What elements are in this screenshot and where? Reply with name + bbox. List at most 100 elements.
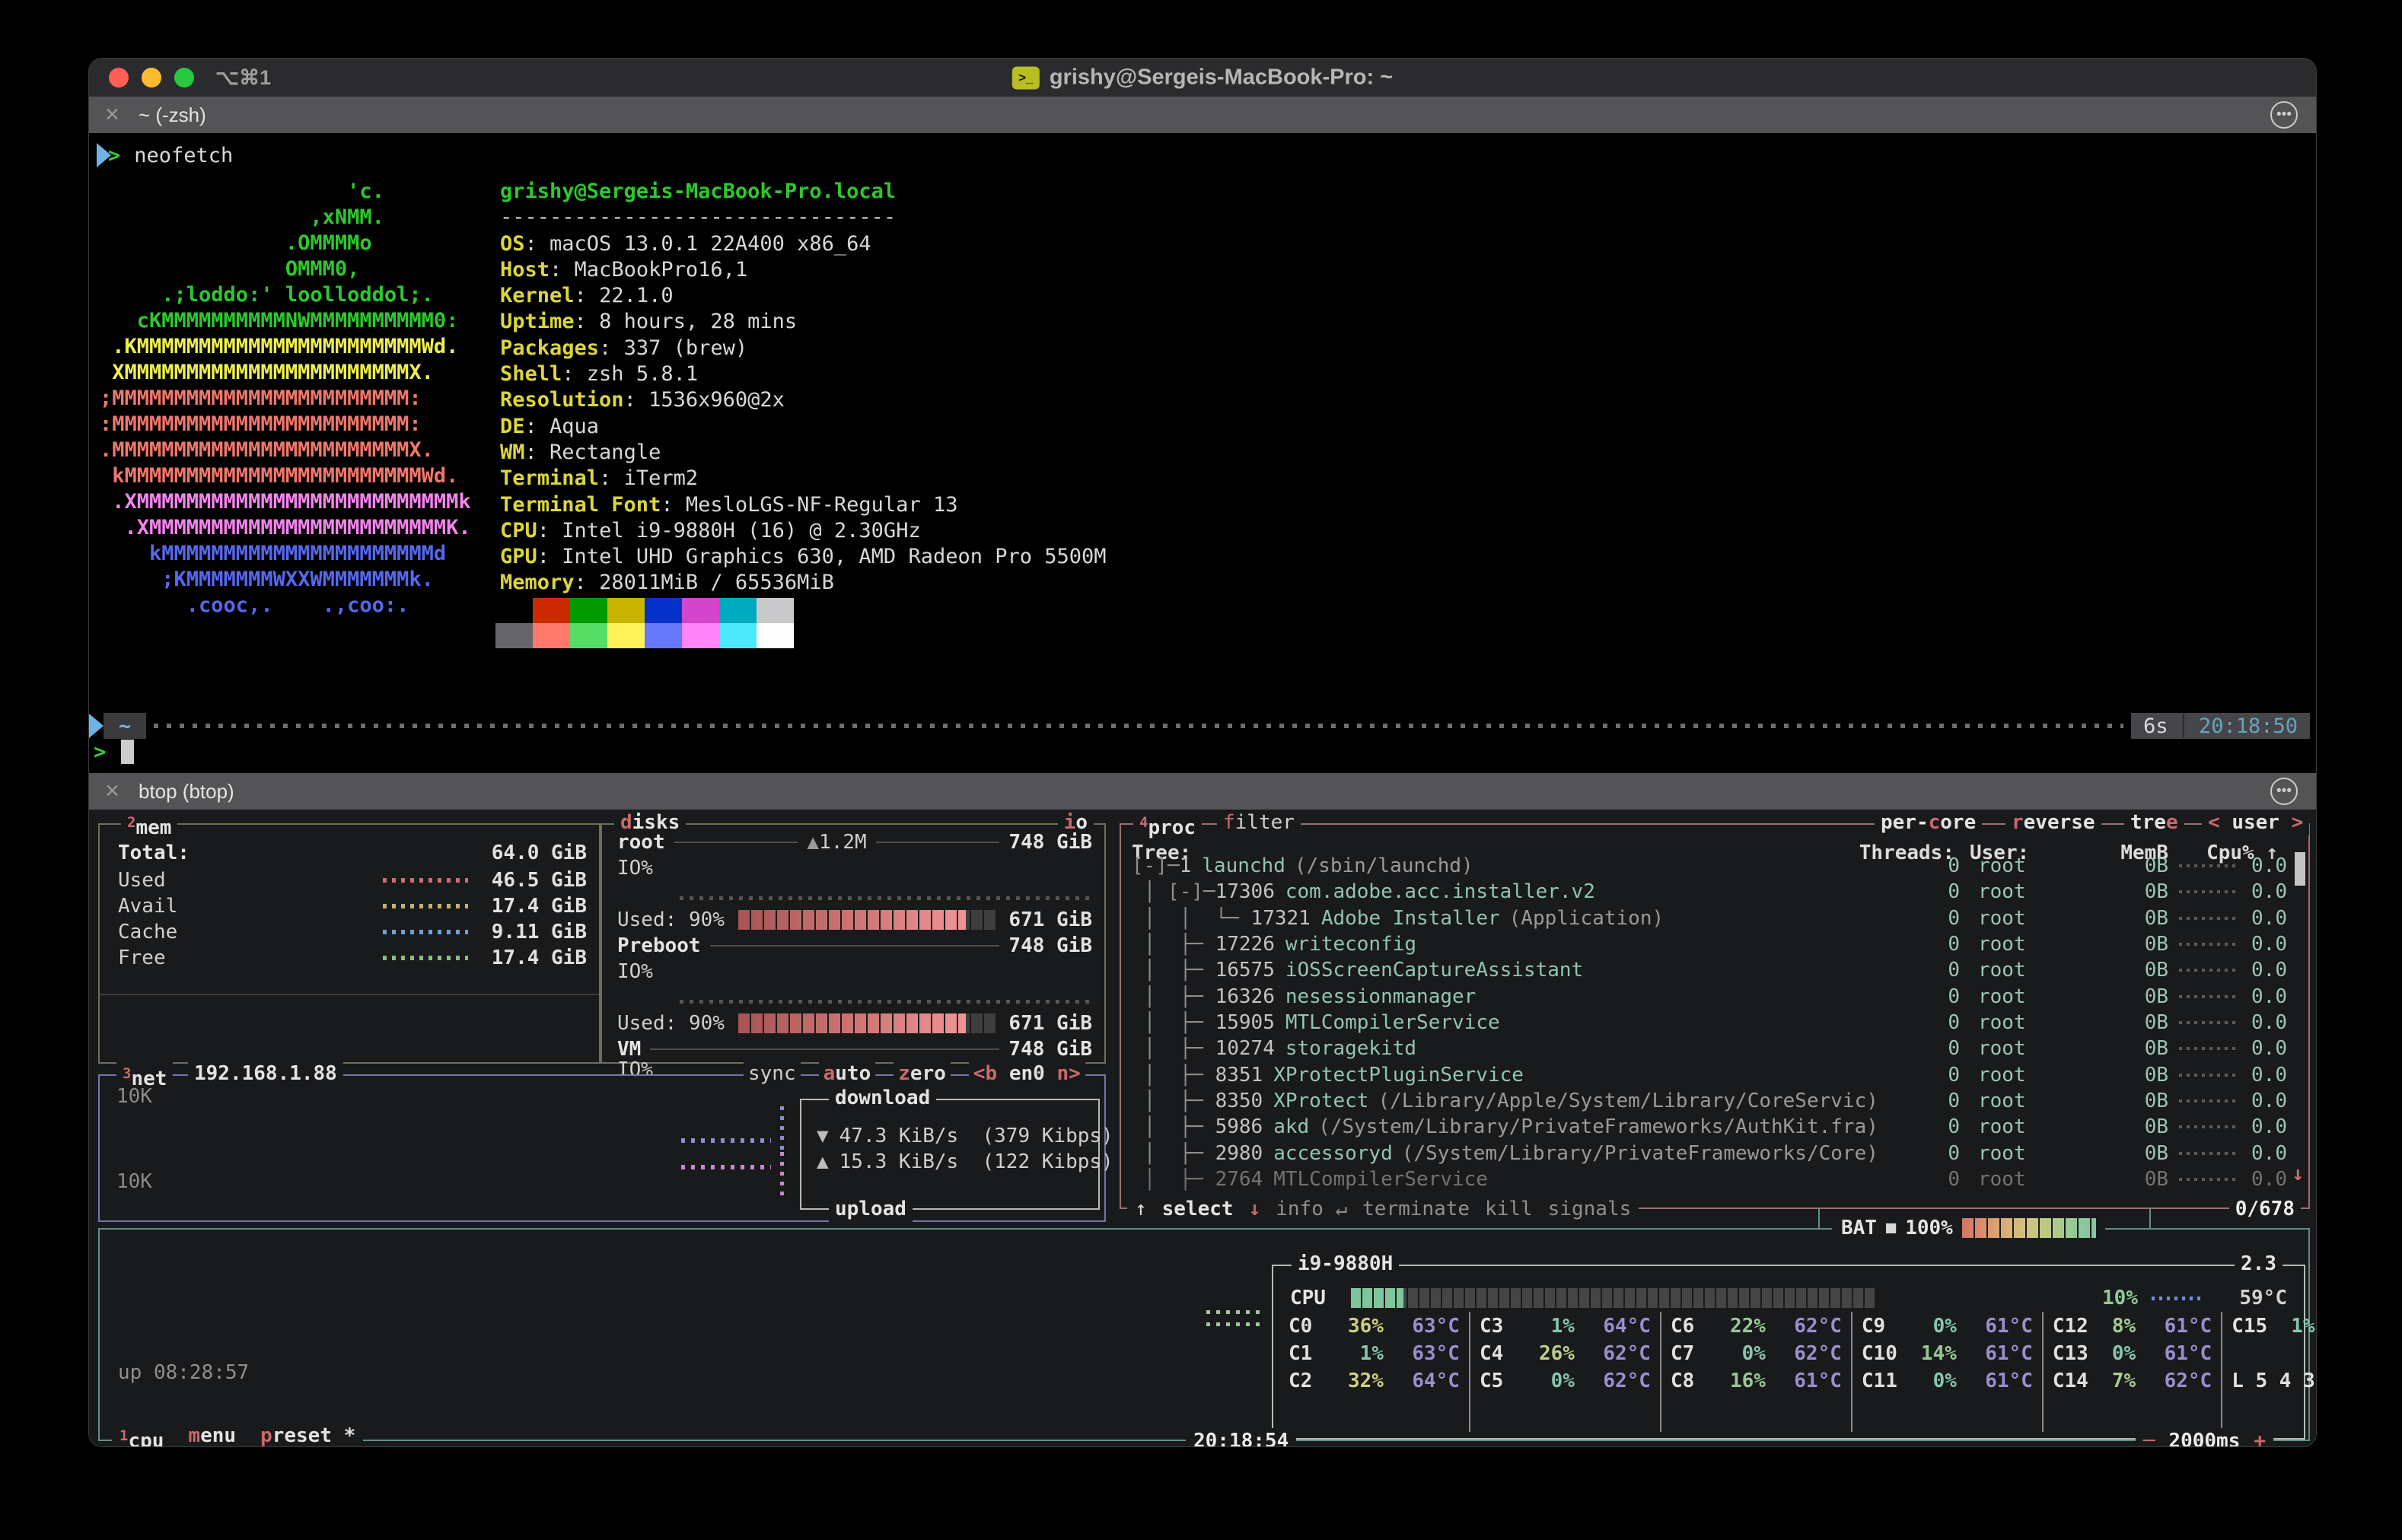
net-upload-label: upload	[829, 1196, 913, 1222]
select-up-icon[interactable]: ↑	[1135, 1196, 1147, 1222]
mem-panel: 2mem Total: 64.0 GiB Used 46.5 GiB Avail…	[98, 823, 602, 1064]
proc-row[interactable]: │ ├─ 8350XProtect(/Library/Apple/System/…	[1132, 1088, 2295, 1114]
cpu-total-row: CPU 10% 59°C	[1290, 1285, 2287, 1311]
net-auto-button[interactable]: auto	[819, 1062, 876, 1085]
neofetch-info: grishy@Sergeis-MacBook-Pro.local -------…	[500, 179, 1107, 597]
tab-overflow-menu-icon[interactable]: •••	[2270, 101, 2298, 129]
proc-row[interactable]: │ ├─ 16575iOSScreenCaptureAssistant 0roo…	[1132, 957, 2295, 983]
disk-root-io-row: IO%	[617, 855, 1092, 881]
net-upload-speed: ▲15.3 KiB/s (122 Kibps)	[817, 1149, 1113, 1175]
terminate-action[interactable]: terminate	[1362, 1196, 1470, 1222]
proc-scroll-down-icon[interactable]: ↓	[2292, 1163, 2304, 1185]
battery-icon: ■	[1886, 1215, 1896, 1241]
proc-row[interactable]: │ ├─ 2980accessoryd(/System/Library/Priv…	[1132, 1141, 2295, 1166]
battery-bracket-right	[2149, 1208, 2151, 1228]
proc-reverse-toggle[interactable]: reverse	[2005, 810, 2101, 835]
command-line: > neofetch	[97, 142, 233, 168]
proc-panel: 4proc filter per-core reverse tree < use…	[1120, 823, 2310, 1209]
clock: 20:18:54	[1186, 1428, 1296, 1447]
proc-row[interactable]: │ ├─ 15905MTLCompilerService 0root0B0.0	[1132, 1010, 2295, 1036]
select-action[interactable]: select	[1162, 1196, 1234, 1222]
net-upload-graph	[681, 1165, 771, 1169]
net-panel: 3net 192.168.1.88 sync auto zero <b en0 …	[98, 1074, 1106, 1222]
net-graph-edge-bottom	[780, 1152, 784, 1199]
net-scale-top: 10K	[116, 1085, 152, 1108]
net-graph-edge-top	[780, 1106, 784, 1152]
tab-zsh[interactable]: ~ (-zsh)	[139, 103, 206, 127]
proc-row[interactable]: │ ├─ 2764MTLCompilerService 0root0B0.0	[1132, 1166, 2295, 1192]
proc-row[interactable]: [-]─1launchd(/sbin/launchd) 0root0B0.0	[1132, 853, 2295, 879]
info-action[interactable]: info ↵	[1276, 1196, 1347, 1222]
net-ip-address: 192.168.1.88	[188, 1061, 343, 1087]
mem-free-meter	[383, 956, 468, 960]
prompt-status-line: ~ 6s │ 20:18:50	[89, 713, 2316, 739]
proc-filter-button[interactable]: filter	[1217, 810, 1301, 835]
cpu-usage-graph	[1206, 1322, 1263, 1326]
interval-value: 2000ms	[2168, 1428, 2240, 1447]
proc-row[interactable]: │ ├─ 16326nesessionmanager 0root0B0.0	[1132, 984, 2295, 1010]
signals-action[interactable]: signals	[1548, 1196, 1632, 1222]
mem-cache-meter	[383, 930, 468, 934]
cpu-panel: up 08:28:57 i9-9880H 2.3 CPU 10% 59°C C0…	[98, 1228, 2310, 1441]
mem-panel-divider	[100, 994, 600, 995]
mem-cache-row: Cache 9.11 GiB	[118, 919, 587, 945]
battery-indicator: BAT ■ 100%	[1832, 1215, 2105, 1241]
neofetch-host-title: grishy@Sergeis-MacBook-Pro.local	[500, 179, 1107, 205]
proc-scrollbar-thumb[interactable]	[2295, 852, 2305, 886]
proc-row[interactable]: │ ├─ 10274storagekitd 0root0B0.0	[1132, 1036, 2295, 1061]
tabbar-btop: ✕ btop (btop) •••	[89, 773, 2316, 810]
mem-used-meter	[383, 878, 468, 883]
cpu-usage-graph	[1206, 1310, 1263, 1314]
interval-decrease-button[interactable]: ─	[2143, 1428, 2155, 1447]
net-interface-selector[interactable]: <b en0 n>	[969, 1062, 1085, 1085]
net-zero-button[interactable]: zero	[894, 1062, 951, 1085]
prompt-chevron-icon: >	[94, 740, 106, 764]
cpu-core-grid: C036%63°C C11%63°C C232%64°C C31%64°C C4…	[1279, 1312, 2298, 1432]
proc-row[interactable]: │ │ └─ 17321Adobe Installer(Application)…	[1132, 905, 2295, 931]
prompt-arrow-icon	[89, 714, 104, 738]
net-buttons: sync auto zero <b en0 n>	[744, 1062, 1085, 1085]
proc-panel-title[interactable]: 4proc	[1133, 810, 1202, 841]
prompt-right-segment: 6s │ 20:18:50	[2131, 713, 2310, 739]
prompt-timestamp: 20:18:50	[2199, 714, 2298, 738]
net-download-label: download	[829, 1085, 936, 1111]
close-window-button[interactable]	[109, 68, 129, 88]
system-uptime: up 08:28:57	[118, 1361, 249, 1384]
disk-root-used-row: Used: 90% 671 GiB	[617, 907, 1092, 933]
proc-row[interactable]: │ ├─ 8351XProtectPluginService 0root0B0.…	[1132, 1062, 2295, 1088]
cpu-model: i9-9880H	[1292, 1251, 1399, 1277]
disk-preboot-io-row: IO%	[617, 959, 1092, 985]
proc-row[interactable]: │ ├─ 17226writeconfig 0root0B0.0	[1132, 931, 2295, 957]
proc-percore-toggle[interactable]: per-core	[1875, 810, 1982, 835]
kill-action[interactable]: kill	[1485, 1196, 1533, 1222]
window-shortcut-label: ⌥⌘1	[215, 66, 271, 90]
prompt-chevron-icon: >	[108, 144, 120, 167]
preset-button[interactable]: preset *	[260, 1423, 355, 1447]
disk-root-io-meter	[680, 896, 1092, 900]
mem-free-row: Free 17.4 GiB	[118, 945, 587, 971]
neofetch-separator: --------------------------------	[500, 205, 1107, 231]
close-tab-icon[interactable]: ✕	[104, 103, 120, 126]
close-tab-icon[interactable]: ✕	[104, 780, 120, 803]
command-duration: 6s	[2143, 714, 2168, 738]
select-down-icon[interactable]: ↓	[1249, 1196, 1261, 1222]
shell-input-line[interactable]: >	[97, 739, 134, 765]
disks-panel: disks io root ▲▲1.2M1.2M 748 GiB IO% Use…	[599, 823, 1106, 1064]
proc-row[interactable]: │ ├─ 5986akd(/System/Library/PrivateFram…	[1132, 1114, 2295, 1140]
tab-overflow-menu-icon[interactable]: •••	[2270, 778, 2298, 805]
minimize-window-button[interactable]	[142, 68, 161, 88]
proc-tree-toggle[interactable]: tree	[2124, 810, 2184, 835]
battery-bracket-left	[1818, 1208, 1820, 1228]
cpu-total-meter	[1351, 1288, 1876, 1308]
net-sync-button[interactable]: sync	[744, 1062, 801, 1085]
update-interval: ─ 2000ms +	[2136, 1428, 2273, 1447]
iterm2-window: ⌥⌘1 >_ grishy@Sergeis-MacBook-Pro: ~ ✕ ~…	[88, 58, 2317, 1447]
tab-btop[interactable]: btop (btop)	[139, 780, 234, 803]
proc-row[interactable]: │ [-]─17306com.adobe.acc.installer.v2 0r…	[1132, 879, 2295, 905]
cpu-panel-button[interactable]: 1cpu	[119, 1423, 164, 1447]
proc-user-selector[interactable]: < user >	[2202, 810, 2309, 835]
mem-panel-title[interactable]: 2mem	[121, 810, 177, 841]
menu-button[interactable]: menu	[188, 1423, 236, 1447]
interval-increase-button[interactable]: +	[2254, 1428, 2266, 1447]
zoom-window-button[interactable]	[174, 68, 194, 88]
